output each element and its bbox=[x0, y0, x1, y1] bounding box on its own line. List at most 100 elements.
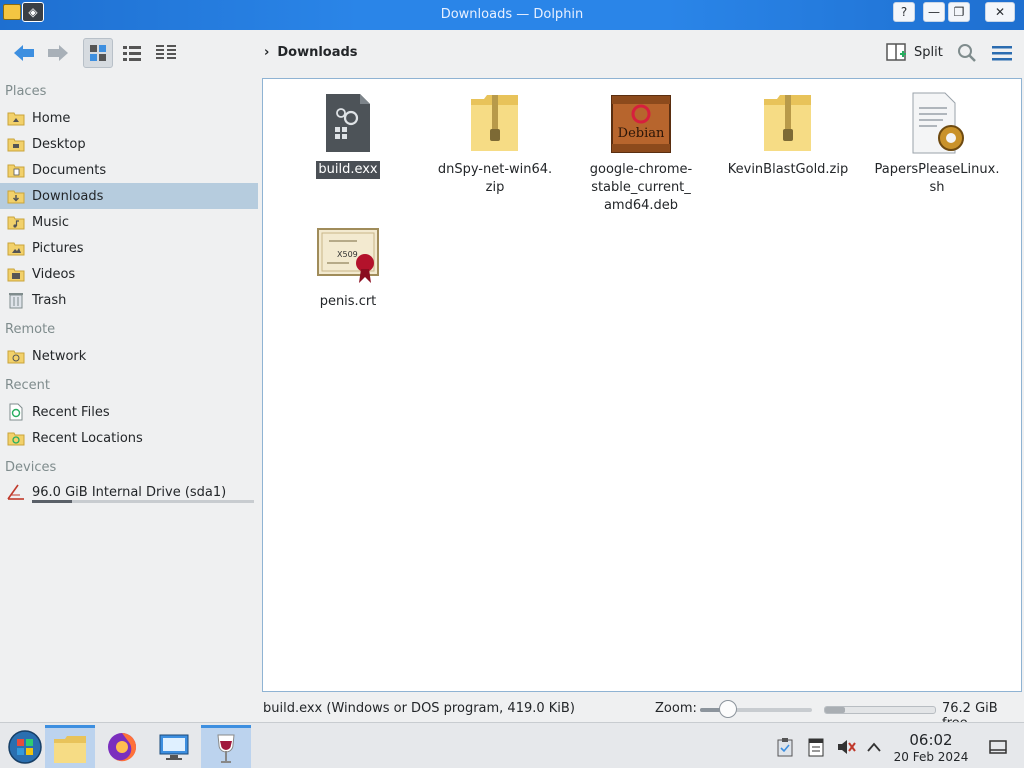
sidebar-item-pictures[interactable]: Pictures bbox=[0, 235, 258, 261]
section-remote: Remote bbox=[5, 322, 56, 337]
certificate-icon: X509 bbox=[316, 223, 380, 287]
sidebar-item-label: Home bbox=[32, 110, 71, 126]
sidebar-item-videos[interactable]: Videos bbox=[0, 261, 258, 287]
recent-locations-icon bbox=[6, 428, 26, 448]
sidebar-item-trash[interactable]: Trash bbox=[0, 287, 258, 313]
tray-notes[interactable] bbox=[806, 737, 826, 757]
clock-time: 06:02 bbox=[909, 731, 953, 749]
section-devices: Devices bbox=[5, 460, 57, 475]
file-name-line: zip bbox=[485, 180, 505, 195]
breadcrumb-location[interactable]: Downloads bbox=[277, 45, 357, 60]
sidebar-item-label: Desktop bbox=[32, 136, 86, 152]
sidebar-item-recent-files[interactable]: Recent Files bbox=[0, 399, 258, 425]
svg-text:Debian: Debian bbox=[618, 126, 665, 141]
breadcrumb[interactable]: › Downloads bbox=[264, 45, 358, 60]
file-item-build-exx[interactable]: build.exx bbox=[278, 91, 418, 179]
music-folder-icon bbox=[6, 212, 26, 232]
sidebar-item-downloads[interactable]: Downloads bbox=[0, 183, 258, 209]
maximize-button[interactable]: ❐ bbox=[948, 2, 970, 22]
help-button[interactable]: ? bbox=[893, 2, 915, 22]
grid-view-icon bbox=[90, 45, 106, 61]
compact-view-icon bbox=[123, 46, 141, 61]
sidebar-item-desktop[interactable]: Desktop bbox=[0, 131, 258, 157]
sidebar-item-recent-locations[interactable]: Recent Locations bbox=[0, 425, 258, 451]
file-view[interactable]: build.exx dnSpy-net-win64. zip Debian go… bbox=[262, 78, 1022, 692]
sidebar-item-network[interactable]: Network bbox=[0, 343, 258, 369]
sidebar-item-label: Pictures bbox=[32, 240, 84, 256]
downloads-folder-icon bbox=[6, 186, 26, 206]
task-firefox[interactable] bbox=[97, 725, 147, 768]
file-item-penis-crt[interactable]: X509 penis.crt bbox=[278, 223, 418, 311]
minimize-button[interactable]: — bbox=[923, 2, 945, 22]
clock-date: 20 Feb 2024 bbox=[893, 750, 969, 764]
firefox-icon bbox=[108, 733, 137, 762]
file-name-line: stable_current_ bbox=[591, 180, 691, 195]
zip-folder-icon bbox=[756, 91, 820, 155]
show-desktop-icon bbox=[989, 740, 1007, 754]
selection-info: build.exx (Windows or DOS program, 419.0… bbox=[263, 701, 575, 716]
debian-package-icon: Debian bbox=[609, 91, 673, 155]
sidebar-item-label: Recent Locations bbox=[32, 430, 143, 446]
tray-clipboard[interactable] bbox=[775, 737, 795, 757]
drive-usage-fill bbox=[32, 500, 72, 503]
breadcrumb-chevron-icon: › bbox=[264, 45, 270, 60]
details-view-icon bbox=[156, 45, 176, 59]
task-wine[interactable] bbox=[201, 725, 251, 768]
free-space-bar bbox=[824, 706, 936, 714]
hamburger-menu-button[interactable] bbox=[990, 38, 1014, 68]
forward-button[interactable] bbox=[44, 38, 72, 68]
zip-folder-icon bbox=[463, 91, 527, 155]
start-button[interactable] bbox=[0, 725, 50, 768]
drive-usage-bar bbox=[32, 500, 254, 503]
window-title: Downloads — Dolphin bbox=[440, 7, 584, 22]
zoom-slider[interactable] bbox=[700, 708, 812, 712]
arrow-right-icon bbox=[48, 45, 68, 61]
compact-view-button[interactable] bbox=[117, 38, 147, 68]
home-folder-icon bbox=[6, 108, 26, 128]
task-file-manager[interactable] bbox=[45, 725, 95, 768]
clipboard-icon bbox=[777, 738, 793, 757]
file-name: KevinBlastGold.zip bbox=[727, 162, 849, 177]
sidebar-item-label: Music bbox=[32, 214, 69, 230]
shell-script-icon bbox=[905, 91, 969, 155]
split-label: Split bbox=[914, 44, 943, 60]
task-system-settings[interactable] bbox=[149, 725, 199, 768]
svg-text:X509: X509 bbox=[337, 250, 358, 259]
sidebar-item-label: Videos bbox=[32, 266, 76, 282]
free-space-fill bbox=[825, 707, 845, 713]
desktop-folder-icon bbox=[6, 134, 26, 154]
arrow-left-icon bbox=[14, 45, 34, 61]
details-view-button[interactable] bbox=[151, 38, 181, 68]
file-item-paperspleaselinux-sh[interactable]: PapersPleaseLinux. sh bbox=[867, 91, 1007, 197]
file-name-line: sh bbox=[929, 180, 945, 195]
hamburger-menu-icon bbox=[992, 46, 1012, 61]
file-name-line: PapersPleaseLinux. bbox=[874, 162, 1000, 177]
back-button[interactable] bbox=[10, 38, 38, 68]
sidebar-item-home[interactable]: Home bbox=[0, 105, 258, 131]
tray-volume[interactable] bbox=[836, 737, 856, 757]
window-titlebar[interactable]: ◈ Downloads — Dolphin ? — ❐ ✕ bbox=[0, 0, 1024, 30]
videos-folder-icon bbox=[6, 264, 26, 284]
file-name-line: dnSpy-net-win64. bbox=[437, 162, 553, 177]
file-item-kevinblastgold-zip[interactable]: KevinBlastGold.zip bbox=[718, 91, 858, 179]
hard-drive-icon bbox=[6, 482, 26, 502]
search-button[interactable] bbox=[955, 38, 979, 68]
split-button[interactable]: Split bbox=[886, 42, 943, 62]
start-orb-icon bbox=[8, 730, 42, 764]
digital-clock[interactable]: 06:02 20 Feb 2024 bbox=[888, 731, 974, 765]
status-bar: build.exx (Windows or DOS program, 419.0… bbox=[0, 696, 1024, 731]
tray-expand[interactable] bbox=[864, 737, 884, 757]
sidebar-item-documents[interactable]: Documents bbox=[0, 157, 258, 183]
zoom-slider-handle[interactable] bbox=[719, 700, 737, 718]
zoom-label: Zoom: bbox=[655, 701, 697, 716]
file-item-google-chrome-deb[interactable]: Debian google-chrome- stable_current_ am… bbox=[571, 91, 711, 215]
close-button[interactable]: ✕ bbox=[985, 2, 1015, 22]
sidebar-item-label: Downloads bbox=[32, 188, 104, 204]
network-folder-icon bbox=[6, 346, 26, 366]
icons-view-button[interactable] bbox=[83, 38, 113, 68]
wine-glass-icon bbox=[217, 734, 235, 763]
section-places: Places bbox=[5, 84, 47, 99]
sidebar-item-music[interactable]: Music bbox=[0, 209, 258, 235]
file-item-dnspy-zip[interactable]: dnSpy-net-win64. zip bbox=[425, 91, 565, 197]
show-desktop-button[interactable] bbox=[988, 737, 1008, 757]
